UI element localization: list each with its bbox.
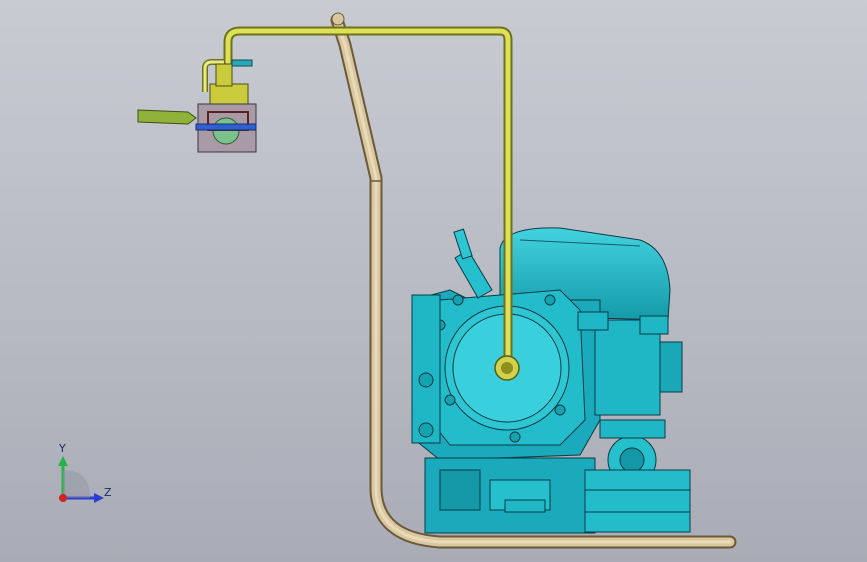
y-axis-label: Y [59,442,66,455]
engine-assembly[interactable] [411,227,691,534]
inlet-nozzle [137,109,197,125]
orientation-triad: Y Z [50,440,120,510]
valve-lever [231,59,253,67]
graphics-viewport[interactable]: Y Z [0,0,867,562]
z-axis-label: Z [104,486,112,499]
valve-block[interactable] [137,59,257,153]
cad-model-scene[interactable] [0,0,867,562]
base-box [584,469,691,533]
origin-dot [59,494,67,502]
breather-pipe [454,249,493,299]
